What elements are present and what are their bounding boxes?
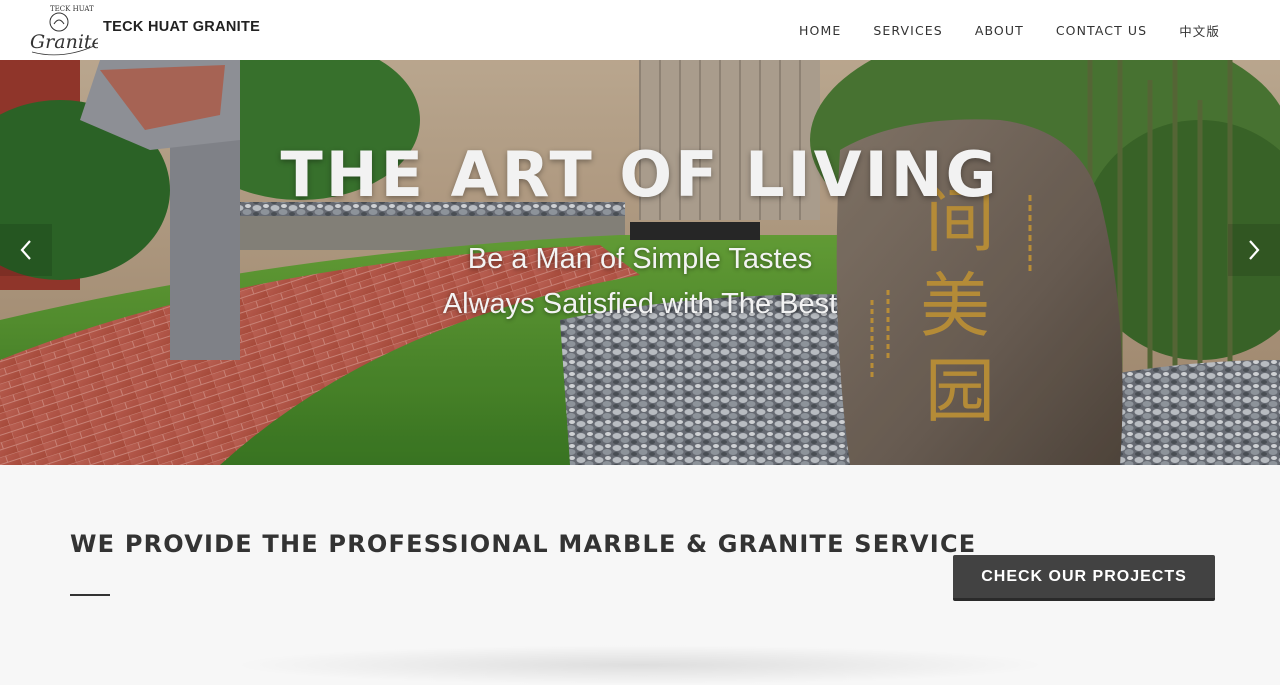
slider-prev-button[interactable] — [0, 224, 52, 276]
nav-contact-us[interactable]: CONTACT US — [1056, 23, 1147, 38]
heading-divider — [70, 594, 110, 596]
site-header: TECK HUAT Granite TECK HUAT GRANITE HOME… — [0, 0, 1280, 60]
service-section: WE PROVIDE THE PROFESSIONAL MARBLE & GRA… — [0, 465, 1280, 685]
logo-text: TECK HUAT — [50, 5, 94, 13]
hero-title: THE ART OF LIVING — [280, 138, 1000, 211]
logo[interactable]: TECK HUAT Granite — [28, 0, 98, 60]
nav-chinese[interactable]: 中文版 — [1179, 21, 1220, 40]
nav-home[interactable]: HOME — [799, 23, 841, 38]
hero-slider: 间 美 园 THE ART OF LIVING Be a Man of Simp… — [0, 60, 1280, 465]
service-heading: WE PROVIDE THE PROFESSIONAL MARBLE & GRA… — [70, 530, 977, 558]
section-shadow — [230, 645, 1050, 685]
brand-name[interactable]: TECK HUAT GRANITE — [103, 19, 260, 35]
hero-subtitle-line1: Be a Man of Simple Tastes — [467, 243, 813, 275]
logo-script: Granite — [30, 31, 98, 53]
nav-about[interactable]: ABOUT — [975, 23, 1024, 38]
nav-services[interactable]: SERVICES — [873, 23, 942, 38]
slider-next-button[interactable] — [1228, 224, 1280, 276]
chevron-right-icon — [1249, 240, 1260, 260]
chevron-left-icon — [20, 240, 31, 260]
check-projects-button[interactable]: CHECK OUR PROJECTS — [953, 555, 1215, 601]
main-nav: HOME SERVICES ABOUT CONTACT US 中文版 — [767, 0, 1220, 60]
hero-subtitle-line2: Always Satisfied with The Best — [442, 288, 838, 320]
